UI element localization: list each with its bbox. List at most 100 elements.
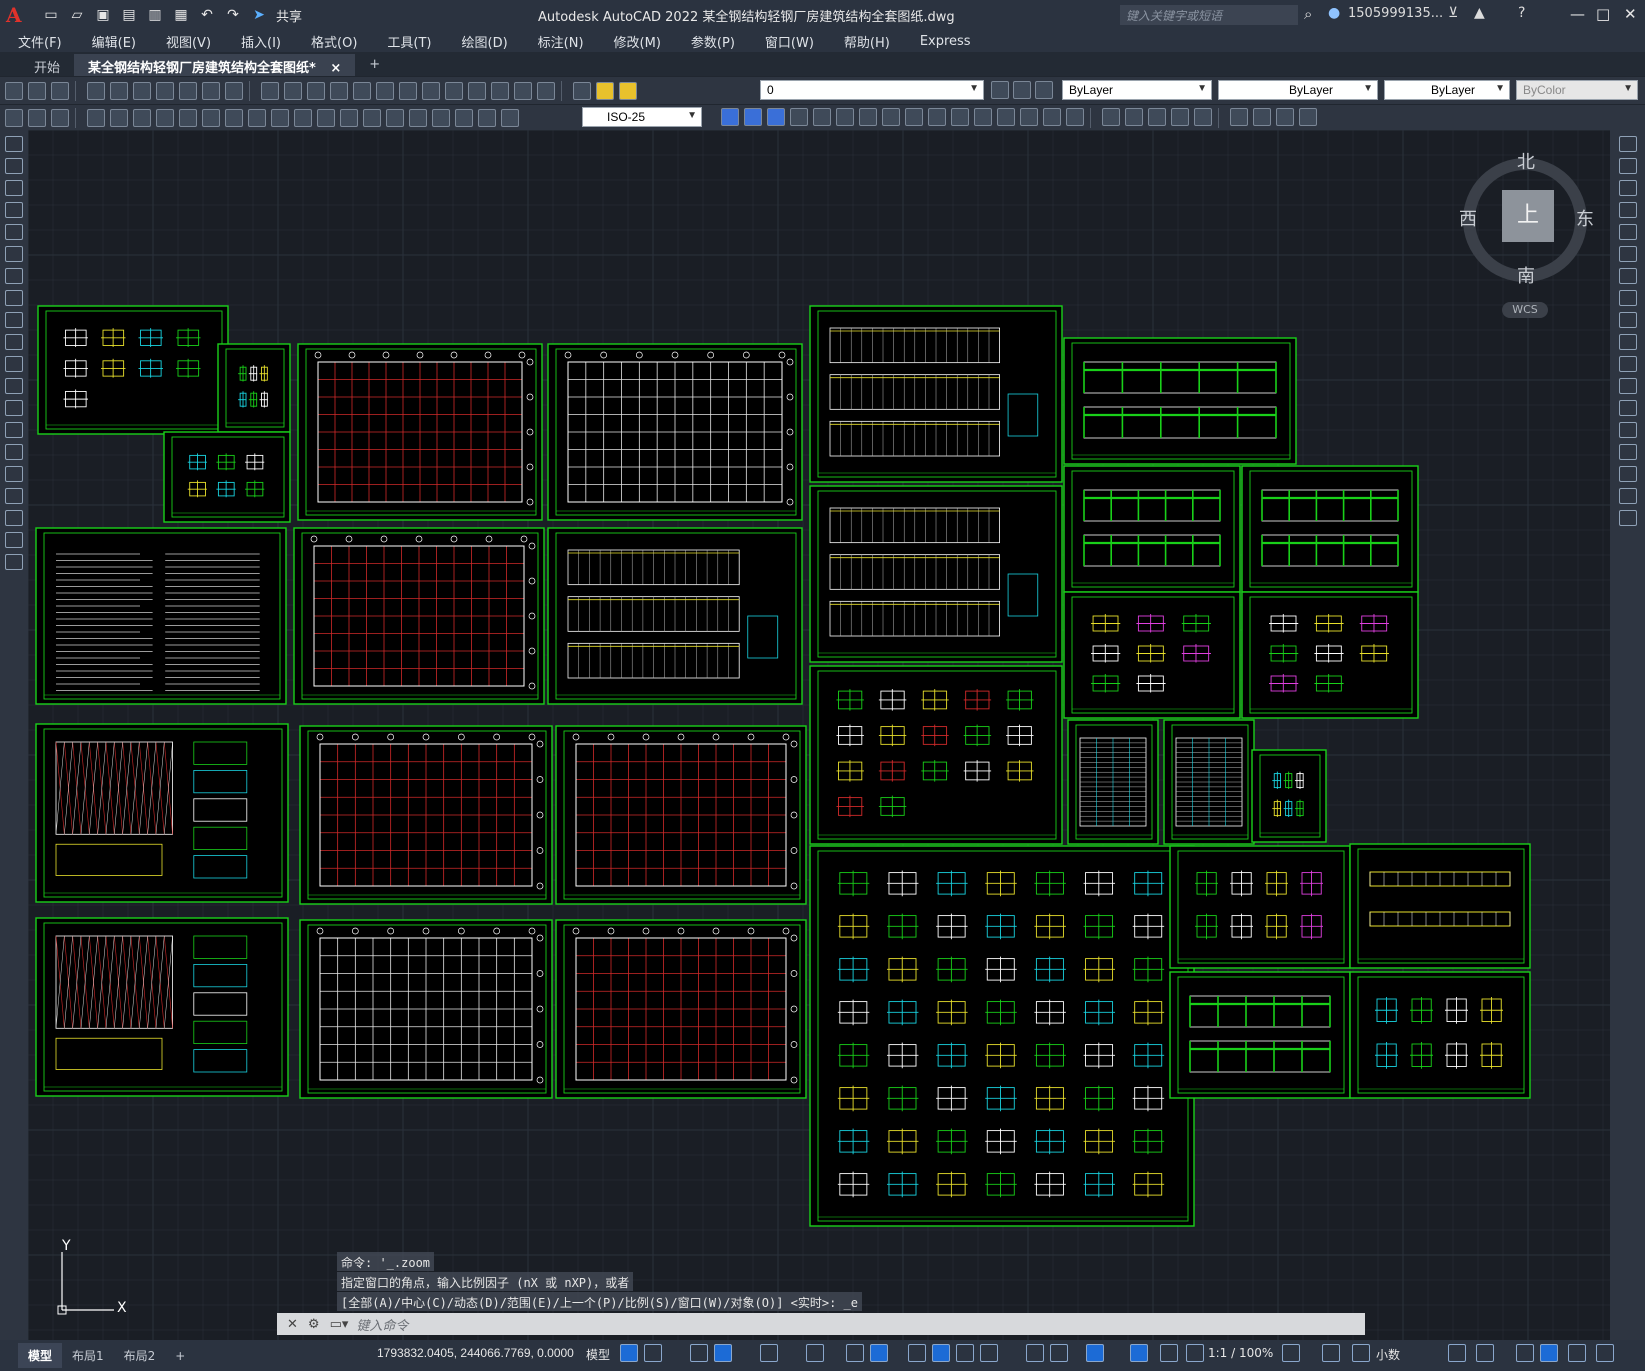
autocad-logo-icon[interactable]: A bbox=[6, 4, 28, 26]
hatch-back-icon[interactable] bbox=[1194, 108, 1212, 126]
scale-icon[interactable] bbox=[882, 108, 900, 126]
selection-filter-icon[interactable] bbox=[1050, 1344, 1068, 1362]
command-line[interactable]: ✕ ⚙ ▭▾ 键入命令 bbox=[277, 1313, 1365, 1335]
radius-dim-icon[interactable] bbox=[179, 108, 197, 127]
menu-express[interactable]: Express bbox=[920, 34, 971, 49]
mirror-icon[interactable] bbox=[767, 108, 785, 126]
menu-help[interactable]: 帮助(H) bbox=[844, 32, 890, 51]
dimstyle-dropdown[interactable]: ISO-25 ▼ bbox=[582, 107, 702, 127]
zoom-realtime-icon[interactable] bbox=[330, 81, 348, 100]
hatch-icon[interactable] bbox=[5, 444, 23, 460]
chamfer-icon[interactable] bbox=[1020, 108, 1038, 126]
trim-icon[interactable] bbox=[928, 108, 946, 126]
tool-palettes-icon[interactable] bbox=[445, 81, 463, 100]
tab-close-icon[interactable]: × bbox=[330, 61, 341, 76]
line-icon[interactable] bbox=[5, 136, 23, 152]
polyline-icon[interactable] bbox=[5, 180, 23, 196]
plotstyle-dropdown[interactable]: ByColor ▼ bbox=[1516, 80, 1638, 100]
layer-freeze-icon[interactable] bbox=[619, 81, 637, 100]
lineweight-dropdown[interactable]: ByLayer ▼ bbox=[1384, 80, 1510, 100]
scale-side-icon[interactable] bbox=[1618, 290, 1637, 306]
move-side-icon[interactable] bbox=[1618, 246, 1637, 262]
open-file-icon[interactable]: ▱ bbox=[68, 6, 86, 24]
coordinates-readout[interactable]: 1793832.0405, 244066.7769, 0.0000 bbox=[377, 1346, 574, 1360]
ortho-icon[interactable] bbox=[690, 1344, 708, 1362]
extend-side-icon[interactable] bbox=[1618, 356, 1637, 372]
array-side-icon[interactable] bbox=[1618, 224, 1637, 240]
move-icon[interactable] bbox=[836, 108, 854, 126]
continue-dim-icon[interactable] bbox=[317, 108, 335, 127]
tolerance-icon[interactable] bbox=[386, 108, 404, 127]
viewcube-west[interactable]: 西 bbox=[1459, 205, 1477, 231]
grid-icon[interactable] bbox=[620, 1344, 638, 1362]
dynamic-ucs-icon[interactable] bbox=[1026, 1344, 1044, 1362]
undo-icon[interactable]: ↶ bbox=[198, 6, 216, 24]
fillet-icon[interactable] bbox=[1043, 108, 1061, 126]
offset-icon[interactable] bbox=[790, 108, 808, 126]
command-customize-icon[interactable]: ⚙ bbox=[308, 1317, 320, 1332]
lineweight-icon[interactable] bbox=[908, 1344, 926, 1362]
drawing-canvas[interactable] bbox=[28, 130, 1610, 1340]
hardware-acceleration-icon[interactable] bbox=[1540, 1344, 1558, 1362]
new-file-icon[interactable]: ▭ bbox=[42, 6, 60, 24]
erase-icon[interactable] bbox=[721, 108, 739, 126]
ordinate-dim-icon[interactable] bbox=[156, 108, 174, 127]
autodesk-app-icon[interactable]: ▲ bbox=[1474, 5, 1485, 21]
minimize-icon[interactable]: — bbox=[1570, 5, 1585, 23]
quick-dim-icon[interactable] bbox=[271, 108, 289, 127]
clean-screen-icon[interactable] bbox=[1568, 1344, 1586, 1362]
construction-line-icon[interactable] bbox=[5, 158, 23, 174]
layer-on-icon[interactable] bbox=[596, 81, 614, 100]
units-value[interactable]: 小数 bbox=[1376, 1346, 1400, 1363]
paste-icon[interactable] bbox=[202, 81, 220, 100]
dynamic-input-icon[interactable] bbox=[870, 1344, 888, 1362]
copy-side-icon[interactable] bbox=[1618, 158, 1637, 174]
user-icon[interactable]: ● bbox=[1328, 5, 1340, 21]
viewcube-south[interactable]: 南 bbox=[1517, 262, 1535, 288]
save-toolbar-icon[interactable] bbox=[51, 81, 69, 100]
pan-icon[interactable] bbox=[307, 81, 325, 100]
viewcube-north[interactable]: 北 bbox=[1517, 148, 1535, 174]
new-icon[interactable] bbox=[5, 81, 23, 100]
cart-icon[interactable]: ⊻ bbox=[1448, 5, 1458, 21]
plot-icon[interactable]: ▦ bbox=[172, 6, 190, 24]
menu-draw[interactable]: 绘图(D) bbox=[462, 32, 508, 51]
annotation-scale-value[interactable]: 1:1 / 100% bbox=[1208, 1346, 1273, 1360]
customization-icon[interactable] bbox=[1596, 1344, 1614, 1362]
angular-dim-icon[interactable] bbox=[248, 108, 266, 127]
add-layout-button[interactable]: + bbox=[165, 1345, 195, 1367]
text-front-icon[interactable] bbox=[1171, 108, 1189, 126]
transparency-icon[interactable] bbox=[932, 1344, 950, 1362]
layout-tab-1[interactable]: 布局1 bbox=[62, 1343, 114, 1368]
layer-previous-icon[interactable] bbox=[1013, 81, 1031, 99]
inspect-icon[interactable] bbox=[432, 108, 450, 127]
save-as-icon[interactable]: ▤ bbox=[120, 6, 138, 24]
table-icon[interactable] bbox=[5, 510, 23, 526]
menu-dimension[interactable]: 标注(N) bbox=[538, 32, 584, 51]
revcloud-icon[interactable] bbox=[5, 290, 23, 306]
menu-parametric[interactable]: 参数(P) bbox=[691, 32, 735, 51]
polar-icon[interactable] bbox=[714, 1344, 732, 1362]
sheet-set-icon[interactable] bbox=[468, 81, 486, 100]
send-back-icon[interactable] bbox=[1148, 108, 1166, 126]
copy-object-icon[interactable] bbox=[744, 108, 762, 126]
undo-toolbar-icon[interactable] bbox=[261, 81, 279, 100]
menu-view[interactable]: 视图(V) bbox=[166, 32, 211, 51]
share-icon[interactable]: ➤ bbox=[250, 6, 268, 24]
tab-start[interactable]: 开始 bbox=[20, 54, 74, 76]
zoom-previous-icon[interactable] bbox=[376, 81, 394, 100]
zoom-window-icon[interactable] bbox=[353, 81, 371, 100]
explode-icon[interactable] bbox=[1066, 108, 1084, 126]
menu-file[interactable]: 文件(F) bbox=[18, 32, 62, 51]
circle-icon[interactable] bbox=[5, 268, 23, 284]
erase-side-icon[interactable] bbox=[1618, 136, 1637, 152]
lock-ui-icon[interactable] bbox=[1476, 1344, 1494, 1362]
ellipse-icon[interactable] bbox=[5, 334, 23, 350]
preview-icon[interactable] bbox=[110, 81, 128, 100]
break-side-icon[interactable] bbox=[1618, 400, 1637, 416]
arc-length-icon[interactable] bbox=[133, 108, 151, 127]
menu-window[interactable]: 窗口(W) bbox=[765, 32, 814, 51]
search-icon[interactable]: ⌕ bbox=[1304, 5, 1312, 23]
break-point-side-icon[interactable] bbox=[1618, 378, 1637, 394]
linear-dim-icon[interactable] bbox=[87, 108, 105, 127]
